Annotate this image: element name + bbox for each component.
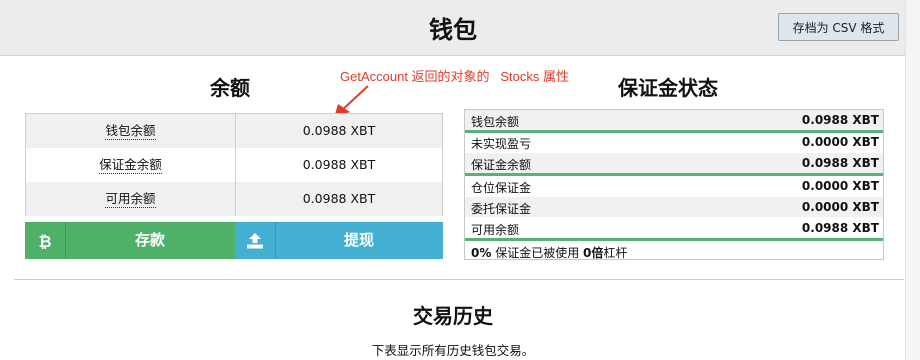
balance-label-margin[interactable]: 保证金余额 [99,157,162,174]
margin-status-table: 钱包余额 0.0988 XBT 未实现盈亏 0.0000 XBT 保证金余额 0… [464,109,884,260]
margin-value-unrealised: 0.0000 XBT [801,135,879,149]
balance-row: 保证金余额 0.0988 XBT [26,148,442,182]
margin-row: 仓位保证金 0.0000 XBT [465,176,883,196]
margin-value-position: 0.0000 XBT [801,179,879,193]
scrollbar[interactable] [905,0,920,360]
header-bar: 钱包 存档为 CSV 格式 [0,0,906,56]
margin-row: 未实现盈亏 0.0000 XBT [465,132,883,152]
balance-label-available[interactable]: 可用余额 [105,191,156,208]
margin-status-title: 保证金状态 [618,76,718,100]
balance-row: 可用余额 0.0988 XBT [26,182,442,216]
margin-row: 钱包余额 0.0988 XBT [465,110,883,133]
balance-title: 余额 [210,76,250,100]
balance-table: 钱包余额 0.0988 XBT 保证金余额 0.0988 XBT 可用余额 0.… [25,113,443,216]
balance-value-margin: 0.0988 XBT [302,157,376,172]
margin-label-position: 仓位保证金 [471,181,532,195]
history-subtitle: 下表显示所有历史钱包交易。 [371,343,535,358]
balance-row-label[interactable]: 保证金余额 [26,148,236,182]
leverage-text: 杠杆 [603,246,628,260]
leverage-value: 0倍 [583,246,604,260]
history-title: 交易历史 [413,304,493,328]
page-title: 钱包 [429,16,477,44]
section-divider [14,279,904,280]
balance-value-wallet: 0.0988 XBT [302,123,376,138]
export-csv-button[interactable]: 存档为 CSV 格式 [778,13,899,41]
svg-text:₿: ₿ [38,232,51,250]
margin-row: 委托保证金 0.0000 XBT [465,197,883,217]
margin-value-order: 0.0000 XBT [801,200,879,214]
balance-value-available: 0.0988 XBT [302,191,376,206]
margin-row: 保证金余额 0.0988 XBT [465,153,883,176]
withdraw-label: 提现 [343,231,374,249]
margin-used-text: 保证金已被使用 [495,246,580,260]
withdraw-button[interactable]: 提现 [235,222,443,259]
margin-label-wallet: 钱包余额 [471,115,520,129]
margin-label-unrealised: 未实现盈亏 [471,137,532,151]
margin-used-percent: 0% [471,246,492,260]
margin-value-wallet: 0.0988 XBT [801,113,879,127]
balance-row: 钱包余额 0.0988 XBT [26,114,442,148]
deposit-button[interactable]: ₿ 存款 [25,222,235,259]
margin-value-margin-balance: 0.0988 XBT [801,156,879,170]
margin-row: 可用余额 0.0988 XBT [465,218,883,241]
margin-label-order: 委托保证金 [471,202,532,216]
deposit-label: 存款 [134,231,165,249]
bitcoin-icon: ₿ [25,222,66,259]
balance-row-label[interactable]: 钱包余额 [26,114,236,148]
balance-row-label[interactable]: 可用余额 [26,182,236,216]
upload-icon [235,222,276,259]
margin-usage-summary: 0% 保证金已被使用 0倍杠杆 [471,244,627,261]
margin-label-margin-balance: 保证金余额 [471,158,532,172]
balance-label-wallet[interactable]: 钱包余额 [105,123,156,140]
margin-value-available: 0.0988 XBT [801,221,879,235]
margin-label-available: 可用余额 [471,223,520,237]
